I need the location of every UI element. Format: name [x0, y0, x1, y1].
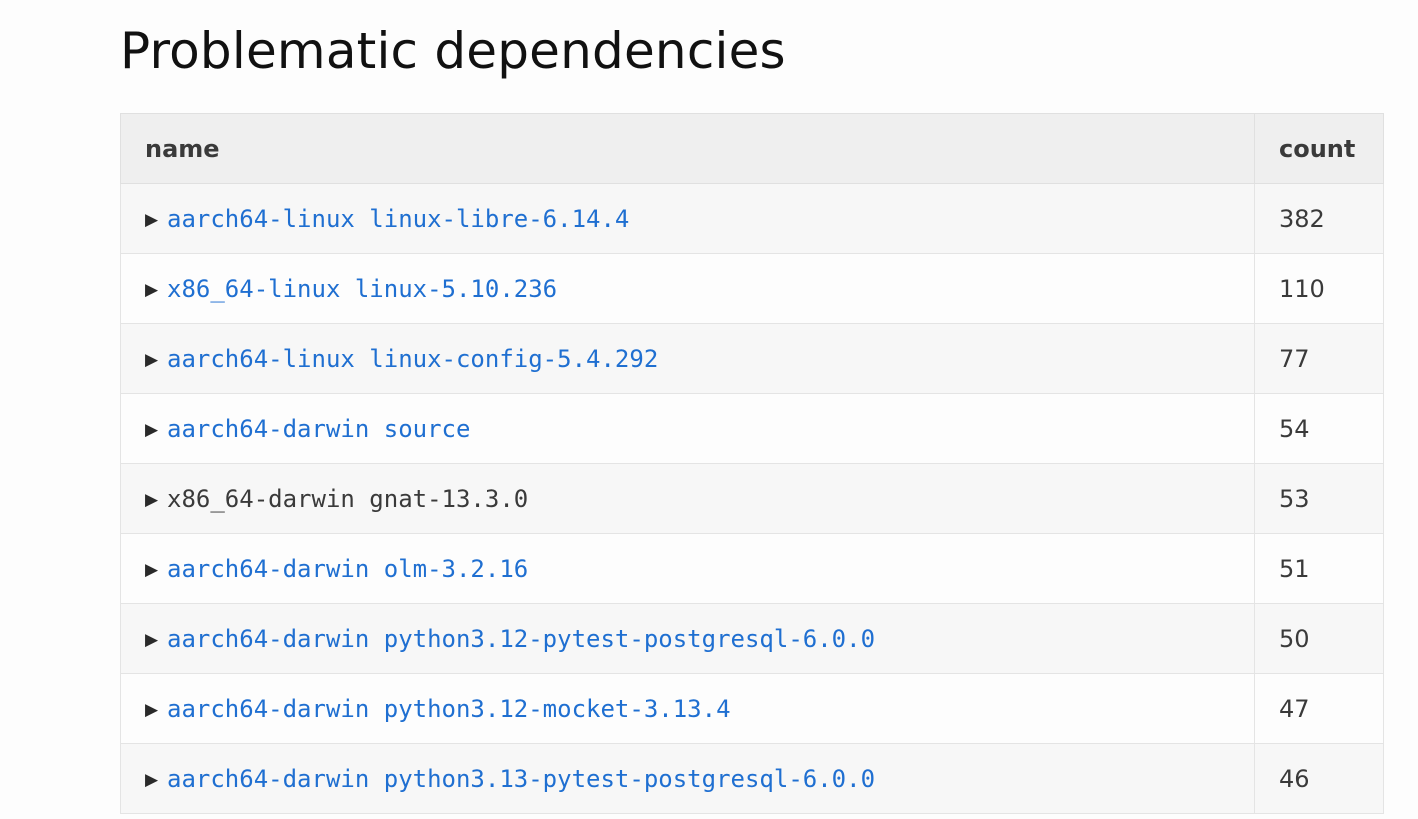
- table-row[interactable]: ▶ aarch64-darwin python3.13-pytest-postgr…: [120, 743, 1384, 814]
- expand-arrow-icon[interactable]: ▶: [145, 350, 167, 370]
- dependencies-table: name count ▶ aarch64-linux linux-libre-6.…: [120, 113, 1384, 814]
- dependency-link[interactable]: aarch64-linux linux-libre-6.14.4: [167, 205, 629, 233]
- expand-arrow-icon[interactable]: ▶: [145, 420, 167, 440]
- dependency-count: 110: [1254, 253, 1384, 324]
- expand-arrow-icon[interactable]: ▶: [145, 700, 167, 720]
- dependency-link[interactable]: aarch64-linux linux-config-5.4.292: [167, 345, 658, 373]
- dependency-count: 77: [1254, 323, 1384, 394]
- dependency-count: 50: [1254, 603, 1384, 674]
- dependency-count: 46: [1254, 743, 1384, 814]
- dependency-name-cell: ▶ x86_64-linux linux-5.10.236: [120, 253, 1255, 324]
- dependency-count: 53: [1254, 463, 1384, 534]
- table-row[interactable]: ▶ aarch64-darwin python3.12-pytest-postgr…: [120, 603, 1384, 674]
- expand-arrow-icon[interactable]: ▶: [145, 770, 167, 790]
- dependency-link[interactable]: aarch64-darwin python3.12-pytest-postgre…: [167, 625, 875, 653]
- dependency-count: 47: [1254, 673, 1384, 744]
- table-body: ▶ aarch64-linux linux-libre-6.14.4 382 ▶ x…: [120, 183, 1384, 814]
- dependency-name-cell: ▶ aarch64-darwin python3.12-pytest-postgr…: [120, 603, 1255, 674]
- page-title: Problematic dependencies: [120, 22, 786, 80]
- table-row[interactable]: ▶ aarch64-linux linux-libre-6.14.4 382: [120, 183, 1384, 254]
- table-header-row: name count: [120, 113, 1384, 184]
- expand-arrow-icon[interactable]: ▶: [145, 560, 167, 580]
- dependency-link[interactable]: aarch64-darwin olm-3.2.16: [167, 555, 528, 583]
- page-container: Problematic dependencies name count ▶ aar…: [120, 0, 1384, 814]
- dependency-link[interactable]: x86_64-linux linux-5.10.236: [167, 275, 557, 303]
- column-header-name[interactable]: name: [120, 113, 1255, 184]
- expand-arrow-icon[interactable]: ▶: [145, 210, 167, 230]
- dependency-link[interactable]: aarch64-darwin python3.12-mocket-3.13.4: [167, 695, 731, 723]
- dependency-link[interactable]: aarch64-darwin python3.13-pytest-postgre…: [167, 765, 875, 793]
- table-row[interactable]: ▶ x86_64-darwin gnat-13.3.0 53: [120, 463, 1384, 534]
- table-row[interactable]: ▶ aarch64-darwin source 54: [120, 393, 1384, 464]
- dependency-name-cell: ▶ aarch64-linux linux-libre-6.14.4: [120, 183, 1255, 254]
- dependency-count: 54: [1254, 393, 1384, 464]
- dependency-name-cell: ▶ aarch64-darwin python3.13-pytest-postgr…: [120, 743, 1255, 814]
- dependency-count: 382: [1254, 183, 1384, 254]
- column-header-count[interactable]: count: [1254, 113, 1384, 184]
- dependency-count: 51: [1254, 533, 1384, 604]
- dependency-name-cell: ▶ x86_64-darwin gnat-13.3.0: [120, 463, 1255, 534]
- expand-arrow-icon[interactable]: ▶: [145, 630, 167, 650]
- dependency-name-cell: ▶ aarch64-darwin python3.12-mocket-3.13.4: [120, 673, 1255, 744]
- expand-arrow-icon[interactable]: ▶: [145, 490, 167, 510]
- dependency-link[interactable]: aarch64-darwin source: [167, 415, 470, 443]
- table-row[interactable]: ▶ aarch64-darwin python3.12-mocket-3.13.4…: [120, 673, 1384, 744]
- table-row[interactable]: ▶ x86_64-linux linux-5.10.236 110: [120, 253, 1384, 324]
- table-row[interactable]: ▶ aarch64-darwin olm-3.2.16 51: [120, 533, 1384, 604]
- dependency-name-cell: ▶ aarch64-darwin olm-3.2.16: [120, 533, 1255, 604]
- table-row[interactable]: ▶ aarch64-linux linux-config-5.4.292 77: [120, 323, 1384, 394]
- expand-arrow-icon[interactable]: ▶: [145, 280, 167, 300]
- dependency-name-cell: ▶ aarch64-darwin source: [120, 393, 1255, 464]
- dependency-name-cell: ▶ aarch64-linux linux-config-5.4.292: [120, 323, 1255, 394]
- dependency-name-text: x86_64-darwin gnat-13.3.0: [167, 484, 529, 513]
